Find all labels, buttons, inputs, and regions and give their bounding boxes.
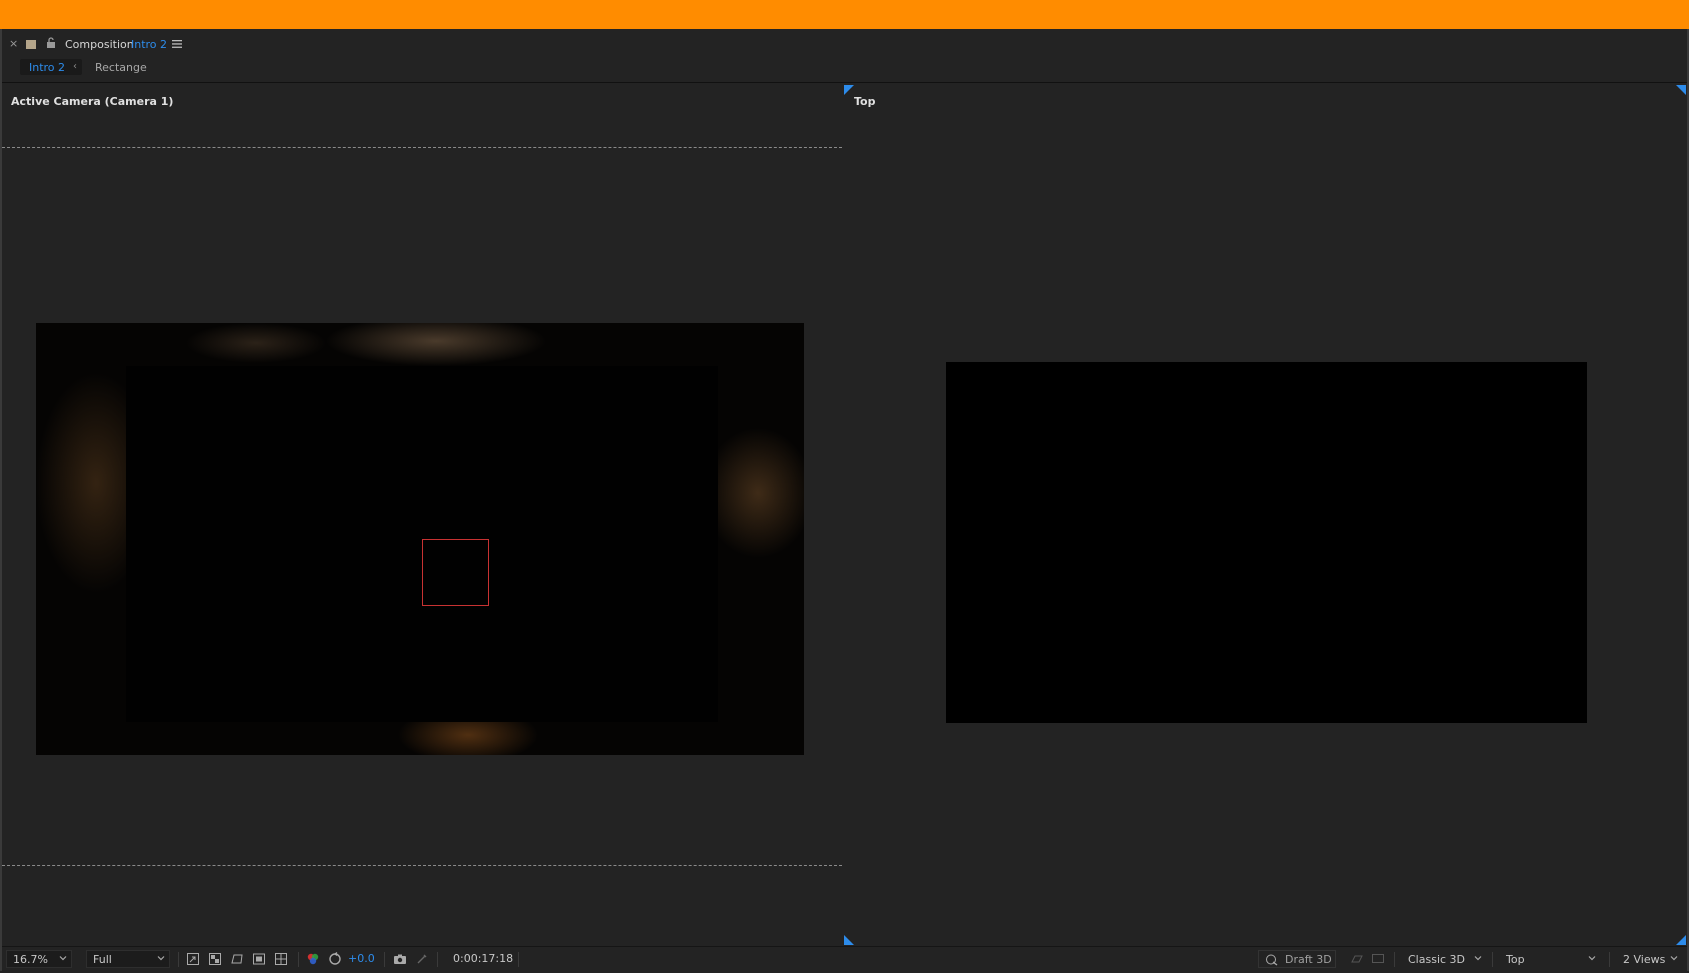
draft-3d-button[interactable]: Draft 3D xyxy=(1258,950,1336,968)
composition-panel: × Composition Intro 2 Intro 2 ‹ Rectange… xyxy=(0,29,1689,973)
chevron-down-icon xyxy=(157,956,165,961)
view-label: Top xyxy=(854,95,876,108)
chevron-left-icon: ‹ xyxy=(73,61,77,72)
app-top-bar xyxy=(0,0,1689,29)
divider xyxy=(384,952,385,967)
resolution-value: Full xyxy=(93,953,112,966)
active-view-corner xyxy=(844,85,854,95)
view-layout-value: 2 Views xyxy=(1623,953,1666,966)
draft-3d-label: Draft 3D xyxy=(1285,953,1332,966)
divider xyxy=(518,952,519,967)
mask-visibility-icon[interactable] xyxy=(230,952,244,966)
renderer-value: Classic 3D xyxy=(1408,953,1466,966)
lock-icon[interactable] xyxy=(46,37,56,49)
panel-title: Composition xyxy=(65,38,134,51)
3d-view-value: Top xyxy=(1506,953,1525,966)
composition-color-swatch xyxy=(26,40,36,49)
panel-edge xyxy=(0,29,2,971)
composition-name: Intro 2 xyxy=(131,38,168,51)
rectangle-layer-outline[interactable] xyxy=(422,539,489,606)
composition-navigator: Intro 2 ‹ Rectange xyxy=(0,57,1689,77)
divider xyxy=(178,952,179,967)
channel-icon[interactable] xyxy=(306,952,320,966)
viewer-top[interactable]: Top xyxy=(843,84,1687,946)
toggle-guides-icon[interactable] xyxy=(252,952,266,966)
draft-3d-icon xyxy=(1266,954,1278,966)
composition-frame[interactable] xyxy=(36,323,804,755)
top-view-frame[interactable] xyxy=(946,362,1587,723)
3d-ground-plane-icon[interactable] xyxy=(1350,952,1364,966)
tab-intro-2[interactable]: Intro 2 ‹ xyxy=(20,59,82,75)
tab-rectange[interactable]: Rectange xyxy=(95,61,147,74)
view-layout-dropdown[interactable]: 2 Views xyxy=(1616,950,1683,968)
panel-header: × Composition Intro 2 xyxy=(0,33,1689,55)
divider xyxy=(1609,952,1610,967)
divider xyxy=(1492,952,1493,967)
divider xyxy=(298,952,299,967)
active-view-corner xyxy=(1676,935,1686,945)
zoom-dropdown[interactable]: 16.7% xyxy=(6,950,72,968)
3d-view-dropdown[interactable]: Top xyxy=(1499,950,1601,968)
view-label: Active Camera (Camera 1) xyxy=(11,95,174,108)
zoom-value: 16.7% xyxy=(13,953,48,966)
show-snapshot-icon[interactable] xyxy=(415,952,429,966)
divider xyxy=(1394,952,1395,967)
divider xyxy=(0,82,1689,83)
exposure-value[interactable]: +0.0 xyxy=(348,952,375,965)
region-of-interest-icon[interactable] xyxy=(186,952,200,966)
chevron-down-icon xyxy=(1670,956,1678,961)
chevron-down-icon xyxy=(1474,956,1482,961)
title-safe-guide-top xyxy=(2,147,842,148)
extended-viewer-icon[interactable] xyxy=(1371,952,1385,966)
close-icon[interactable]: × xyxy=(9,37,18,50)
reset-exposure-icon[interactable] xyxy=(328,952,342,966)
current-time-display[interactable]: 0:00:17:18 xyxy=(453,952,513,965)
viewer-active-camera[interactable]: Active Camera (Camera 1) xyxy=(2,84,842,946)
tab-label: Intro 2 xyxy=(29,61,66,74)
camera-snapshot-icon[interactable] xyxy=(393,952,407,966)
active-view-corner xyxy=(844,935,854,945)
chevron-down-icon xyxy=(1588,956,1596,961)
active-view-corner xyxy=(1676,85,1686,95)
transparency-grid-icon[interactable] xyxy=(208,952,222,966)
grid-icon[interactable] xyxy=(274,952,288,966)
divider xyxy=(437,952,438,967)
title-safe-guide-bottom xyxy=(2,865,842,866)
menu-icon[interactable] xyxy=(172,39,182,49)
renderer-dropdown[interactable]: Classic 3D xyxy=(1401,950,1487,968)
chevron-down-icon xyxy=(59,956,67,961)
viewer-toolbar: 16.7% Full +0.0 0:00:17:18 Draft 3D Clas… xyxy=(0,946,1689,973)
resolution-dropdown[interactable]: Full xyxy=(86,950,170,968)
